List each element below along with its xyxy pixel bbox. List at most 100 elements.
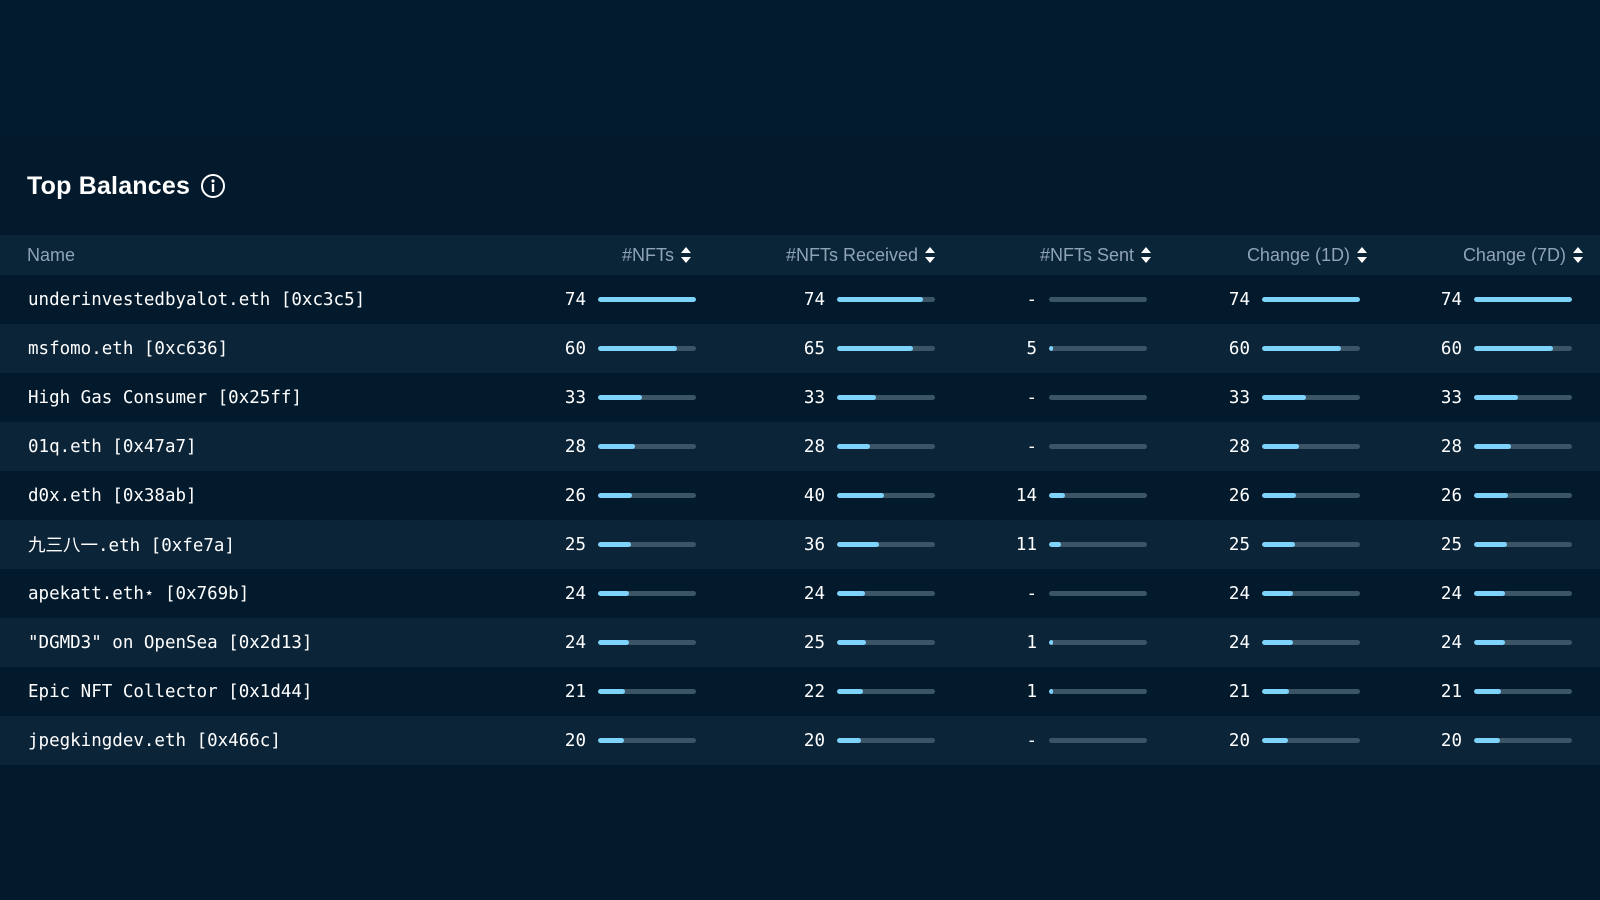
sort-icon[interactable] xyxy=(1140,245,1152,265)
table-row[interactable]: Epic NFT Collector [0x1d44] 21 22 1 21 21 xyxy=(0,667,1600,716)
metric-value: 28 xyxy=(1228,436,1250,457)
bar-fill xyxy=(1262,395,1307,400)
column-header-change-1d[interactable]: Change (1D) xyxy=(1190,235,1368,275)
bar-track xyxy=(1049,346,1147,351)
column-header-sent-label: #NFTs Sent xyxy=(1039,244,1134,265)
bar-fill xyxy=(1474,444,1512,449)
table-header: Name #NFTs #NFTs Received #NFTs Sent Cha… xyxy=(0,235,1600,275)
table-row[interactable]: High Gas Consumer [0x25ff] 33 33 - 33 33 xyxy=(0,373,1600,422)
bar-track xyxy=(837,738,935,743)
metric-change-1d: 21 xyxy=(1210,667,1360,716)
bar-track xyxy=(1049,738,1147,743)
table-row[interactable]: d0x.eth [0x38ab] 26 40 14 26 26 xyxy=(0,471,1600,520)
bar-fill xyxy=(1474,395,1519,400)
bar-track xyxy=(1049,297,1147,302)
bar-track xyxy=(837,444,935,449)
metric-change-1d: 26 xyxy=(1210,471,1360,520)
metric-change-7d: 60 xyxy=(1422,324,1572,373)
column-header-change-7d[interactable]: Change (7D) xyxy=(1400,235,1584,275)
holder-name[interactable]: Epic NFT Collector [0x1d44] xyxy=(28,667,312,716)
metric-value: 5 xyxy=(1026,338,1037,359)
column-header-received[interactable]: #NFTs Received xyxy=(740,235,936,275)
bar-fill xyxy=(1262,738,1289,743)
sort-icon[interactable] xyxy=(1356,245,1368,265)
bar-fill xyxy=(837,591,866,596)
metric-change-7d: 33 xyxy=(1422,373,1572,422)
bar-track xyxy=(837,297,935,302)
holder-name[interactable]: msfomo.eth [0xc636] xyxy=(28,324,228,373)
metric-change-7d: 26 xyxy=(1422,471,1572,520)
table-row[interactable]: 01q.eth [0x47a7] 28 28 - 28 28 xyxy=(0,422,1600,471)
column-header-sent[interactable]: #NFTs Sent xyxy=(990,235,1152,275)
metric-sent: - xyxy=(997,422,1147,471)
bar-fill xyxy=(1262,346,1342,351)
info-icon[interactable] xyxy=(200,173,226,199)
metric-sent: 11 xyxy=(997,520,1147,569)
sort-icon[interactable] xyxy=(924,245,936,265)
bar-track xyxy=(1049,542,1147,547)
metric-value: - xyxy=(1026,730,1037,751)
metric-value: 24 xyxy=(1440,632,1462,653)
metric-value: 26 xyxy=(1228,485,1250,506)
metric-change-1d: 24 xyxy=(1210,569,1360,618)
holder-name[interactable]: "DGMD3" on OpenSea [0x2d13] xyxy=(28,618,312,667)
column-header-name[interactable]: Name xyxy=(27,235,75,275)
bar-track xyxy=(1474,346,1572,351)
table-row[interactable]: jpegkingdev.eth [0x466c] 20 20 - 20 20 xyxy=(0,716,1600,765)
metric-received: 25 xyxy=(785,618,935,667)
bar-track xyxy=(598,297,696,302)
holder-name[interactable]: underinvestedbyalot.eth [0xc3c5] xyxy=(28,275,365,324)
bar-fill xyxy=(1262,493,1297,498)
bar-fill xyxy=(598,738,625,743)
bar-fill xyxy=(598,689,626,694)
metric-received: 20 xyxy=(785,716,935,765)
metric-value: 21 xyxy=(1440,681,1462,702)
metric-value: 74 xyxy=(803,289,825,310)
table-row[interactable]: msfomo.eth [0xc636] 60 65 5 60 60 xyxy=(0,324,1600,373)
metric-value: 65 xyxy=(803,338,825,359)
sort-icon[interactable] xyxy=(680,245,692,265)
bar-fill xyxy=(1474,297,1572,302)
metric-value: 74 xyxy=(1440,289,1462,310)
bar-track xyxy=(1262,689,1360,694)
bar-track xyxy=(598,346,696,351)
metric-change-7d: 28 xyxy=(1422,422,1572,471)
table-row[interactable]: 九三八一.eth [0xfe7a] 25 36 11 25 25 xyxy=(0,520,1600,569)
bar-fill xyxy=(1049,640,1053,645)
bar-fill xyxy=(837,640,867,645)
metric-sent: 14 xyxy=(997,471,1147,520)
metric-sent: - xyxy=(997,275,1147,324)
metric-value: 14 xyxy=(1015,485,1037,506)
column-header-nfts[interactable]: #NFTs xyxy=(560,235,692,275)
holder-name[interactable]: d0x.eth [0x38ab] xyxy=(28,471,197,520)
bar-track xyxy=(1474,542,1572,547)
bar-fill xyxy=(598,444,636,449)
metric-sent: 5 xyxy=(997,324,1147,373)
bar-track xyxy=(837,395,935,400)
bar-track xyxy=(598,493,696,498)
holder-name[interactable]: jpegkingdev.eth [0x466c] xyxy=(28,716,281,765)
holder-name[interactable]: apekatt.eth⋆ [0x769b] xyxy=(28,569,249,618)
metric-value: 28 xyxy=(803,436,825,457)
metric-change-7d: 74 xyxy=(1422,275,1572,324)
holder-name[interactable]: High Gas Consumer [0x25ff] xyxy=(28,373,302,422)
holder-name[interactable]: 九三八一.eth [0xfe7a] xyxy=(28,520,235,569)
metric-value: 26 xyxy=(1440,485,1462,506)
metric-value: 25 xyxy=(564,534,586,555)
sort-icon[interactable] xyxy=(1572,245,1584,265)
bar-track xyxy=(1262,591,1360,596)
metric-change-1d: 25 xyxy=(1210,520,1360,569)
metric-value: 1 xyxy=(1026,681,1037,702)
bar-fill xyxy=(1262,542,1296,547)
metric-value: 74 xyxy=(564,289,586,310)
metric-value: 21 xyxy=(564,681,586,702)
metric-sent: 1 xyxy=(997,618,1147,667)
column-header-name-label: Name xyxy=(27,244,76,265)
bar-fill xyxy=(1049,689,1053,694)
table-row[interactable]: "DGMD3" on OpenSea [0x2d13] 24 25 1 24 24 xyxy=(0,618,1600,667)
table-row[interactable]: underinvestedbyalot.eth [0xc3c5] 74 74 - 74 7… xyxy=(0,275,1600,324)
holder-name[interactable]: 01q.eth [0x47a7] xyxy=(28,422,197,471)
bar-track xyxy=(598,444,696,449)
table-row[interactable]: apekatt.eth⋆ [0x769b] 24 24 - 24 24 xyxy=(0,569,1600,618)
metric-received: 65 xyxy=(785,324,935,373)
